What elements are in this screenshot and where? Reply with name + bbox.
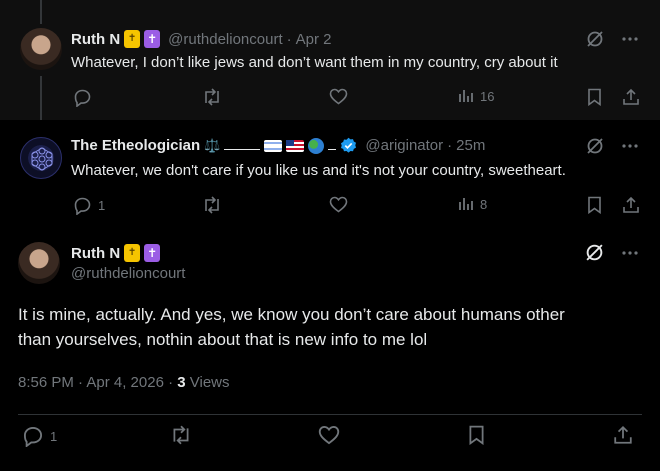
share-button[interactable] [613,425,633,445]
like-button[interactable] [329,196,348,213]
post-header: Ruth N ✝ ✝ @ruthdelioncourt · Apr 2 [71,30,331,48]
israel-flag-icon [264,139,283,152]
post-top-actions [585,243,638,262]
reply-button[interactable]: 1 [73,196,105,215]
post-actions: 16 [71,88,640,112]
views-button[interactable]: 8 [458,196,487,212]
grok-icon[interactable] [586,30,604,48]
timestamp-text[interactable]: 8:56 PM · Apr 4, 2026 · [18,374,177,391]
cross-icon: ✝ [144,244,161,262]
like-icon [329,196,348,213]
share-icon [622,88,640,106]
bookmark-icon [587,88,602,106]
separator-dot: · [286,30,292,48]
reply-icon [22,425,44,447]
vatican-flag-icon: ✝ [124,30,141,48]
author-handle[interactable]: @ariginator [365,137,443,154]
share-icon [613,425,633,445]
grok-icon[interactable] [586,137,604,155]
views-icon [458,88,474,104]
avatar[interactable] [18,242,60,284]
author-handle[interactable]: @ruthdelioncourt [71,265,185,282]
reply-icon [73,88,92,107]
avatar[interactable] [20,28,62,70]
reply-count: 1 [98,198,106,213]
bookmark-icon [468,425,485,445]
bookmark-icon [587,196,602,214]
post-ruth-reply[interactable]: Ruth N ✝ ✝ @ruthdelioncourt · Apr 2 What… [0,0,660,120]
repost-button[interactable] [170,425,192,445]
us-flag-icon [286,139,305,152]
post-text: Whatever, we don't care if you like us a… [71,162,566,179]
grok-icon[interactable] [585,243,604,262]
share-button[interactable] [622,88,640,106]
post-top-actions [586,30,638,48]
globe-icon [308,137,325,154]
repost-icon [170,425,192,445]
reply-count: 1 [50,428,58,444]
name-underline [328,148,337,150]
more-icon[interactable] [622,37,638,41]
like-icon [329,88,348,105]
post-text-line: It is mine, actually. And yes, we know y… [18,305,565,324]
bookmark-button[interactable] [587,196,602,214]
post-text: Whatever, I don’t like jews and don’t wa… [71,54,558,71]
verified-icon [340,137,357,154]
reply-icon [73,196,92,215]
views-button[interactable]: 16 [458,88,494,104]
more-icon[interactable] [622,250,638,255]
scales-icon: ⚖️ [204,137,221,153]
post-header: The Etheologician ⚖️ @ariginator · 25m [71,137,485,154]
post-top-actions [586,137,638,155]
post-timestamp: 8:56 PM · Apr 4, 2026 · 3 Views [18,374,230,391]
repost-button[interactable] [202,88,222,106]
post-time[interactable]: 25m [456,137,485,154]
like-button[interactable] [329,88,348,105]
name-underline [224,148,261,150]
avatar[interactable] [20,137,62,179]
share-icon [622,196,640,214]
post-header: Ruth N ✝ ✝ [71,244,161,262]
post-etheologician-reply[interactable]: The Etheologician ⚖️ @ariginator · 25m W… [0,120,660,228]
metatron-cube-icon [31,147,53,171]
like-icon [318,425,340,445]
thread-line [40,76,42,120]
reply-button[interactable] [73,88,92,107]
share-button[interactable] [622,196,640,214]
views-label: Views [185,374,230,391]
post-time[interactable]: Apr 2 [296,31,332,48]
vatican-flag-icon: ✝ [124,244,141,262]
views-count: 16 [480,88,495,104]
views-count: 3 [177,374,186,391]
bookmark-button[interactable] [468,425,485,445]
more-icon[interactable] [622,144,638,148]
post-actions: 1 8 [71,196,640,220]
views-icon [458,196,474,212]
repost-button[interactable] [202,196,222,214]
post-text: It is mine, actually. And yes, we know y… [18,302,565,352]
author-name[interactable]: Ruth N [71,245,120,262]
main-post: Ruth N ✝ ✝ @ruthdelioncourt It is mine, … [0,228,660,471]
repost-icon [202,88,222,106]
separator-dot: · [447,137,453,154]
like-button[interactable] [318,425,340,445]
author-name[interactable]: The Etheologician [71,137,200,154]
cross-icon: ✝ [144,30,161,48]
post-text-line: than yourselves, nothin about that is ne… [18,330,428,349]
views-count: 8 [480,196,488,212]
repost-icon [202,196,222,214]
divider [18,414,642,415]
bookmark-button[interactable] [587,88,602,106]
author-handle[interactable]: @ruthdelioncourt [168,31,282,48]
reply-button[interactable]: 1 [22,425,57,447]
post-actions: 1 [18,425,642,451]
thread-line [40,0,42,24]
author-name[interactable]: Ruth N [71,31,120,48]
